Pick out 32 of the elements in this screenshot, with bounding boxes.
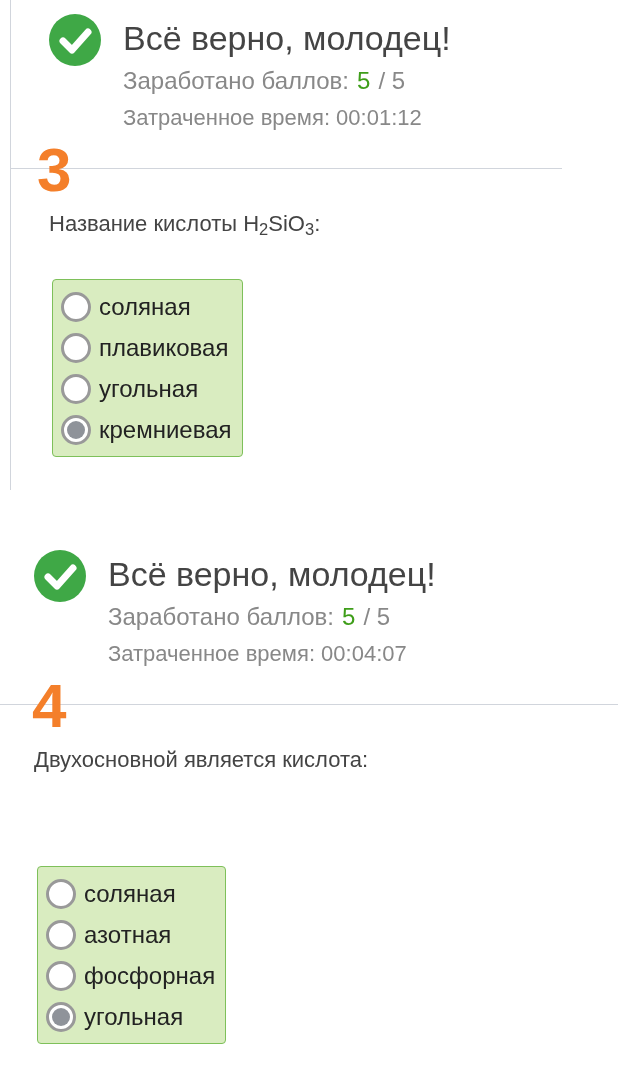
- result-title: Всё верно, молодец!: [108, 554, 436, 595]
- answer-option[interactable]: соляная: [46, 873, 218, 914]
- time-spent: Затраченное время: 00:04:07: [108, 640, 408, 668]
- score-total: / 5: [363, 602, 391, 632]
- question-number: 3: [37, 139, 72, 201]
- question-number: 4: [32, 675, 67, 737]
- time-spent: Затраченное время: 00:01:12: [123, 104, 423, 132]
- answer-option[interactable]: фосфорная: [46, 955, 218, 996]
- answer-option[interactable]: соляная: [61, 286, 234, 327]
- radio-button[interactable]: [61, 332, 91, 363]
- radio-button[interactable]: [46, 1001, 76, 1032]
- radio-button[interactable]: [61, 414, 91, 445]
- answer-option[interactable]: угольная: [46, 996, 218, 1037]
- radio-button[interactable]: [46, 919, 76, 950]
- question-text: Название кислоты H$_{2}$SiO$_{3}$:: [49, 210, 322, 239]
- radio-button[interactable]: [61, 373, 91, 404]
- check-icon: [49, 14, 101, 66]
- result-title: Всё верно, молодец!: [123, 18, 451, 59]
- score-label: Заработано баллов:: [123, 66, 350, 96]
- radio-button[interactable]: [46, 878, 76, 909]
- answer-option[interactable]: кремниевая: [61, 409, 234, 450]
- score-earned: 5: [357, 66, 371, 96]
- question-text: Двухосновной является кислота:: [34, 746, 370, 774]
- answer-option[interactable]: угольная: [61, 368, 234, 409]
- score-earned: 5: [342, 602, 356, 632]
- score-label: Заработано баллов:: [108, 602, 335, 632]
- check-icon: [34, 550, 86, 602]
- answer-option[interactable]: азотная: [46, 914, 218, 955]
- radio-button[interactable]: [46, 960, 76, 991]
- answer-option[interactable]: плавиковая: [61, 327, 234, 368]
- score-total: / 5: [378, 66, 406, 96]
- radio-button[interactable]: [61, 291, 91, 322]
